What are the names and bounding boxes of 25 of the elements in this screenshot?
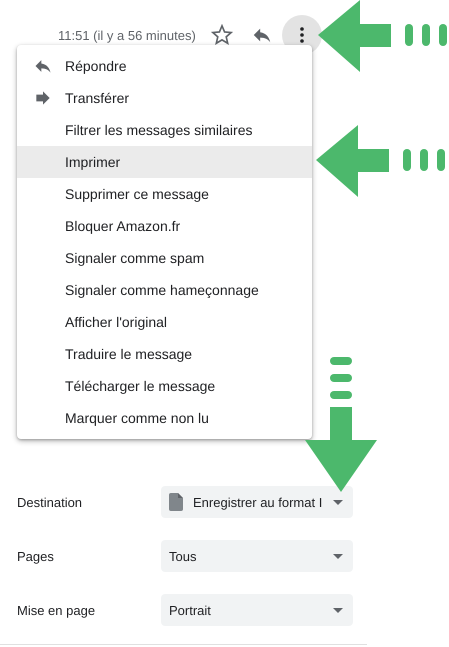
more-icon bbox=[300, 27, 304, 43]
dropdown[interactable]: Tous bbox=[161, 540, 353, 572]
menu-item[interactable]: Traduire le message bbox=[17, 338, 312, 370]
menu-item[interactable]: Télécharger le message bbox=[17, 370, 312, 402]
menu-item[interactable]: Bloquer Amazon.fr bbox=[17, 210, 312, 242]
star-icon bbox=[210, 24, 233, 46]
menu-item[interactable]: Marquer comme non lu bbox=[17, 402, 312, 434]
menu-item[interactable]: Transférer bbox=[17, 82, 312, 114]
menu-item[interactable]: Signaler comme hameçonnage bbox=[17, 274, 312, 306]
dropdown[interactable]: Portrait bbox=[161, 594, 353, 626]
setting-label: Pages bbox=[16, 548, 55, 564]
caret-icon bbox=[333, 608, 343, 612]
menu-item[interactable]: Filtrer les messages similaires bbox=[17, 114, 312, 146]
menu-item[interactable]: Supprimer ce message bbox=[17, 178, 312, 210]
timestamp: 11:51 (il y a 56 minutes) bbox=[58, 28, 196, 42]
menu-item[interactable]: Signaler comme spam bbox=[17, 242, 312, 274]
document-icon bbox=[169, 493, 183, 511]
dropdown[interactable]: Enregistrer au format I bbox=[161, 486, 353, 518]
setting-label: Mise en page bbox=[16, 602, 96, 618]
menu-item[interactable]: Imprimer bbox=[17, 146, 312, 178]
menu-item[interactable]: Répondre bbox=[17, 50, 312, 82]
menu-item[interactable]: Afficher l'original bbox=[17, 306, 312, 338]
caret-icon bbox=[333, 554, 343, 558]
setting-label: Destination bbox=[16, 494, 84, 510]
caret-icon bbox=[333, 500, 343, 504]
